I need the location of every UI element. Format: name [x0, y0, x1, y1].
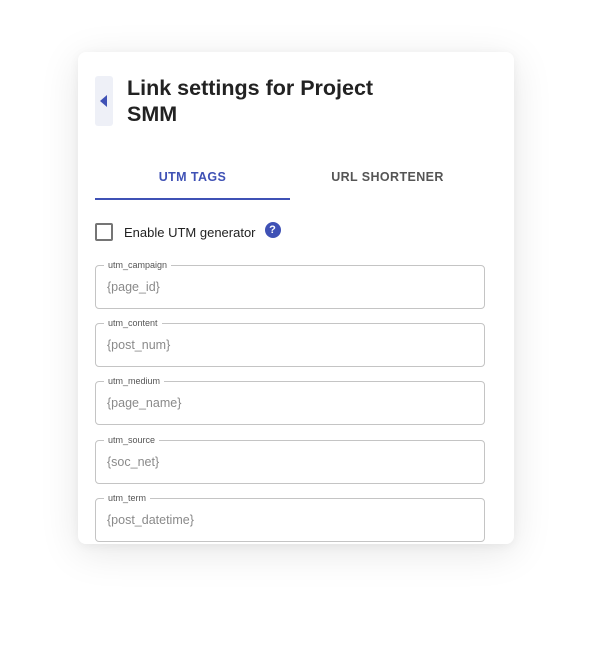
utm-source-field[interactable]: utm_source — [95, 435, 485, 484]
utm-medium-input[interactable] — [107, 382, 467, 424]
tab-bar: UTM TAGS URL SHORTENER — [95, 160, 485, 200]
enable-utm-row: Enable UTM generator ? — [95, 221, 281, 243]
enable-utm-label[interactable]: Enable UTM generator — [124, 225, 256, 240]
utm-content-field[interactable]: utm_content — [95, 318, 485, 367]
utm-content-input[interactable] — [107, 324, 467, 366]
utm-term-field[interactable]: utm_term — [95, 493, 485, 542]
help-icon[interactable]: ? — [264, 222, 281, 238]
tab-url-shortener[interactable]: URL SHORTENER — [290, 160, 485, 200]
link-settings-dialog: Link settings for Project SMM UTM TAGS U… — [78, 52, 514, 544]
utm-campaign-field[interactable]: utm_campaign — [95, 260, 485, 309]
enable-utm-checkbox[interactable] — [95, 223, 113, 241]
chevron-left-icon — [100, 95, 108, 107]
utm-term-input[interactable] — [107, 499, 467, 541]
back-button[interactable] — [95, 76, 113, 126]
scroll-edge — [78, 542, 514, 544]
utm-campaign-input[interactable] — [107, 266, 467, 308]
utm-medium-field[interactable]: utm_medium — [95, 376, 485, 425]
utm-source-input[interactable] — [107, 441, 467, 483]
tab-utm-tags[interactable]: UTM TAGS — [95, 160, 290, 200]
dialog-title: Link settings for Project SMM — [127, 76, 374, 126]
